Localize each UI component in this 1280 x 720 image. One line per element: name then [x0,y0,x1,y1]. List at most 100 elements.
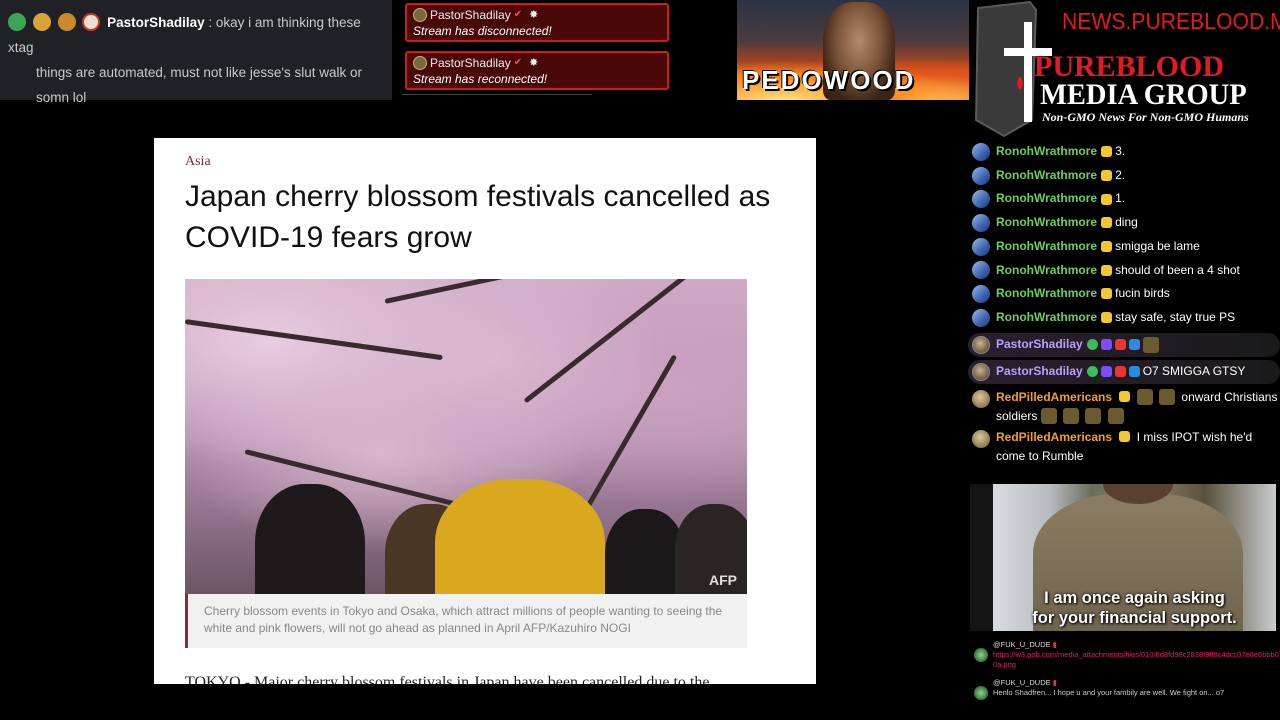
chat-message-text: Henlo Shadfren... I hope u and your famb… [993,688,1225,697]
channel-logo: NEWS.PUREBLOOD.MEDIA PUREBLOOD MEDIA GRO… [970,0,1280,140]
photo-caption: Cherry blossom events in Tokyo and Osaka… [185,594,747,648]
chat-link[interactable]: https://w3.gob.com/media_attachments/fil… [993,650,1280,670]
article-body: TOKYO - Major cherry blossom festivals i… [185,674,710,684]
emote-icon [1063,408,1080,424]
banner-text: PEDOWOOD [742,65,916,95]
mini-chat-message: @FUK_U_DUDE ▮ https://w3.gob.com/media_a… [970,640,1280,670]
chat-username[interactable]: PastorShadilay [107,15,205,30]
chat-message: RonohWrathmore 1. [968,187,1280,211]
emote-icon [1142,336,1159,353]
emote-icon [1040,408,1057,424]
badge-icon [8,13,26,31]
chat-username[interactable]: PastorShadilay [996,335,1083,355]
divider [402,94,592,100]
article-title: Japan cherry blossom festivals cancelled… [185,180,771,254]
badge-icon [57,13,76,31]
gear-icon[interactable]: ✸ [529,55,538,71]
chat-message-text: soldiers [996,409,1038,423]
flag-icon: ▮ [1052,678,1057,687]
chat-username[interactable]: @FUK_U_DUDE [993,640,1051,649]
chat-message-text: 2. [1115,167,1126,182]
crown-badge-icon [1119,390,1131,402]
alert-username[interactable]: PastorShadilay [430,55,511,71]
chat-username[interactable]: RonohWrathmore [996,213,1097,233]
crown-badge-icon [1101,217,1113,229]
verified-badge-icon [1086,366,1098,377]
chat-panel: RonohWrathmore 3. RonohWrathmore 2. Rono… [968,140,1280,482]
alert-username[interactable]: PastorShadilay [430,7,511,23]
chat-username[interactable]: RonohWrathmore [996,142,1097,162]
avatar [972,389,990,408]
emote-icon [1136,388,1153,405]
avatar [972,335,990,354]
avatar [972,190,990,209]
article-category[interactable]: Asia [185,154,211,170]
logo-tagline: Non-GMO News For Non-GMO Humans [1042,110,1249,124]
premium-badge-icon [1128,366,1140,377]
chat-message-text: onward Christians [1181,389,1278,404]
avatar [413,56,427,70]
crown-badge-icon [1101,170,1113,182]
caption-line: for your financial support. [1032,609,1237,627]
mini-chat-message: @FUK_U_DUDE ▮ Henlo Shadfren... I hope u… [970,678,1280,700]
chat-message: RedPilledAmericans I miss IPOT wish he'd… [968,427,1280,467]
emote-icon [1159,388,1176,405]
chat-message-text: somn lol [36,90,87,105]
chat-message-text: 3. [1115,144,1126,159]
avatar [972,166,990,185]
chat-message-text: stay safe, stay true PS [1115,309,1236,324]
crown-badge-icon [1101,264,1113,276]
badge-icon [32,13,51,31]
chat-separator: : [208,15,213,30]
chat-message: RonohWrathmore stay safe, stay true PS [968,306,1280,330]
chat-message: PastorShadilay [968,332,1280,357]
video-caption: I am once again asking for your financia… [993,588,1276,628]
logo-url: NEWS.PUREBLOOD.MEDIA [1062,8,1280,34]
chat-message: RonohWrathmore fucin birds [968,282,1280,306]
crown-badge-icon [1101,312,1113,324]
photo-credit: AFP [709,572,737,588]
mini-chat-panel: @FUK_U_DUDE ▮ https://w3.gob.com/media_a… [970,640,1280,720]
avatar [974,648,988,662]
chat-message-text: should of been a 4 shot [1115,262,1240,277]
chat-username[interactable]: RonohWrathmore [996,166,1097,186]
chat-username[interactable]: RonohWrathmore [996,308,1097,328]
chat-username[interactable]: RedPilledAmericans [996,430,1112,444]
crown-badge-icon [1101,241,1113,253]
chat-message-text: smigga be lame [1115,238,1200,253]
chat-message: PastorShadilay O7 SMIGGA GTSY [968,359,1280,384]
flag-icon: ▮ [1052,640,1057,649]
video-side-strip [970,484,993,631]
verified-badge-icon [1086,339,1098,350]
moderator-badge-icon [1114,366,1126,377]
chat-username[interactable]: RonohWrathmore [996,284,1097,304]
avatar [972,143,990,161]
avatar [972,214,990,233]
gear-icon[interactable]: ✸ [529,7,538,23]
badge-icon [82,13,101,31]
logo-subtitle: MEDIA GROUP [1040,78,1247,111]
chat-message-text: O7 SMIGGA GTSY [1142,363,1246,378]
avatar [972,308,990,327]
branch-graphic [185,319,443,361]
chat-username[interactable]: RonohWrathmore [996,189,1097,209]
emote-icon [1085,408,1102,424]
chat-username[interactable]: RedPilledAmericans [996,390,1112,404]
chat-message: RonohWrathmore smigga be lame [968,235,1280,259]
avatar [972,285,990,304]
top-chat-message: PastorShadilay : okay i am thinking thes… [0,0,392,105]
avatar [972,362,990,381]
chat-message: RonohWrathmore 3. [968,140,1280,164]
chat-message-text: come to Rumble [996,449,1084,463]
chat-message: RonohWrathmore should of been a 4 shot [968,258,1280,282]
verified-icon: ✔ [513,9,523,20]
crown-badge-icon [1119,430,1131,442]
chat-username[interactable]: @FUK_U_DUDE [993,678,1051,687]
stream-alert: PastorShadilay ✔ ✸ Stream has disconnect… [405,3,669,42]
chat-username[interactable]: RonohWrathmore [996,261,1097,281]
avatar [974,686,988,700]
chat-username[interactable]: PastorShadilay [996,362,1083,382]
verified-icon: ✔ [513,57,523,68]
chat-username[interactable]: RonohWrathmore [996,237,1097,257]
alert-message: Stream has reconnected! [413,72,548,86]
